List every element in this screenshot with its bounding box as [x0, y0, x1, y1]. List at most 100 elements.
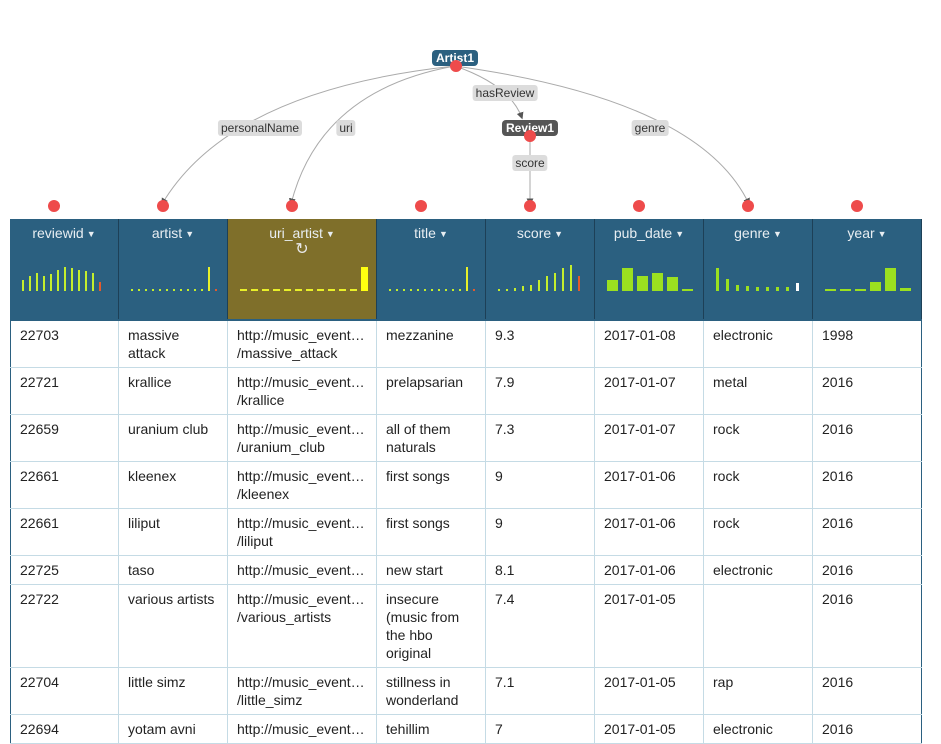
- column-title[interactable]: title ▼: [377, 219, 485, 241]
- histogram-bar[interactable]: [578, 276, 580, 291]
- histogram-bar[interactable]: [29, 276, 31, 291]
- histogram-bar[interactable]: [766, 287, 769, 291]
- table-cell-score[interactable]: 7: [486, 715, 595, 743]
- table-cell-uri-artist[interactable]: http://music_event… /liliput: [228, 509, 377, 555]
- table-cell-genre[interactable]: electronic: [704, 321, 813, 367]
- column-port-score[interactable]: [524, 200, 536, 212]
- table-cell-year[interactable]: 2016: [813, 368, 922, 414]
- table-cell-title[interactable]: first songs: [377, 509, 486, 555]
- caret-down-icon[interactable]: ▼: [326, 229, 335, 239]
- table-cell-uri-artist[interactable]: http://music_event… /krallice: [228, 368, 377, 414]
- table-cell-pub-date[interactable]: 2017-01-06: [595, 556, 704, 584]
- histogram-bar[interactable]: [64, 267, 66, 291]
- column-header-uri-artist[interactable]: uri_artist ▼ ↻: [228, 219, 377, 319]
- node-port-review1[interactable]: [524, 130, 536, 142]
- edge-label-genre[interactable]: genre: [631, 120, 669, 136]
- histogram-bar[interactable]: [726, 279, 729, 291]
- table-cell-artist[interactable]: little simz: [119, 668, 228, 714]
- histogram-bar[interactable]: [776, 287, 779, 291]
- column-title[interactable]: reviewid ▼: [10, 219, 118, 241]
- column-header-title[interactable]: title ▼: [377, 219, 486, 319]
- table-row[interactable]: 22703 massive attack http://music_event… /m…: [10, 321, 922, 368]
- table-cell-year[interactable]: 2016: [813, 509, 922, 555]
- histogram-bar[interactable]: [538, 280, 540, 291]
- table-cell-score[interactable]: 9: [486, 462, 595, 508]
- table-cell-score[interactable]: 7.4: [486, 585, 595, 667]
- caret-down-icon[interactable]: ▼: [439, 229, 448, 239]
- histogram-bar[interactable]: [424, 289, 426, 291]
- table-cell-title[interactable]: prelapsarian: [377, 368, 486, 414]
- histogram-bar[interactable]: [855, 289, 866, 291]
- table-cell-year[interactable]: 2016: [813, 668, 922, 714]
- table-cell-artist[interactable]: taso: [119, 556, 228, 584]
- table-cell-title[interactable]: insecure (music from the hbo original: [377, 585, 486, 667]
- histogram-bar[interactable]: [825, 289, 836, 291]
- table-cell-uri-artist[interactable]: http://music_event…: [228, 556, 377, 584]
- histogram-bar[interactable]: [652, 273, 663, 291]
- table-cell-uri-artist[interactable]: http://music_event… /various_artists: [228, 585, 377, 667]
- table-cell-uri-artist[interactable]: http://music_event… /massive_attack: [228, 321, 377, 367]
- histogram-bar[interactable]: [187, 289, 189, 291]
- column-port-pub-date[interactable]: [633, 200, 645, 212]
- table-cell-artist[interactable]: uranium club: [119, 415, 228, 461]
- histogram-bar[interactable]: [215, 289, 217, 291]
- table-cell-artist[interactable]: massive attack: [119, 321, 228, 367]
- table-cell-reviewid[interactable]: 22694: [10, 715, 119, 743]
- column-header-artist[interactable]: artist ▼: [119, 219, 228, 319]
- histogram-bar[interactable]: [410, 289, 412, 291]
- histogram-bar[interactable]: [50, 274, 52, 291]
- histogram-bar[interactable]: [85, 271, 87, 291]
- column-title[interactable]: genre ▼: [704, 219, 812, 241]
- table-cell-pub-date[interactable]: 2017-01-07: [595, 368, 704, 414]
- table-cell-pub-date[interactable]: 2017-01-05: [595, 668, 704, 714]
- table-cell-genre[interactable]: [704, 585, 813, 667]
- table-row[interactable]: 22722 various artists http://music_event… /…: [10, 585, 922, 668]
- column-port-genre[interactable]: [742, 200, 754, 212]
- histogram-bar[interactable]: [36, 273, 38, 291]
- column-port-artist[interactable]: [157, 200, 169, 212]
- table-row[interactable]: 22721 krallice http://music_event… /krallic…: [10, 368, 922, 415]
- table-cell-reviewid[interactable]: 22661: [10, 462, 119, 508]
- column-port-reviewid[interactable]: [48, 200, 60, 212]
- table-cell-reviewid[interactable]: 22659: [10, 415, 119, 461]
- table-cell-reviewid[interactable]: 22725: [10, 556, 119, 584]
- histogram-bar[interactable]: [145, 289, 147, 291]
- table-cell-genre[interactable]: electronic: [704, 715, 813, 743]
- table-cell-score[interactable]: 7.1: [486, 668, 595, 714]
- histogram-bar[interactable]: [746, 286, 749, 291]
- histogram-bar[interactable]: [840, 289, 851, 291]
- histogram-bar[interactable]: [562, 268, 564, 291]
- histogram-bar[interactable]: [194, 289, 196, 291]
- table-cell-title[interactable]: mezzanine: [377, 321, 486, 367]
- histogram-bar[interactable]: [607, 280, 618, 291]
- histogram-bar[interactable]: [43, 276, 45, 291]
- table-cell-pub-date[interactable]: 2017-01-07: [595, 415, 704, 461]
- table-row[interactable]: 22704 little simz http://music_event… /litt…: [10, 668, 922, 715]
- histogram-bar[interactable]: [459, 289, 461, 291]
- table-cell-genre[interactable]: metal: [704, 368, 813, 414]
- histogram-bar[interactable]: [466, 267, 468, 291]
- histogram-bar[interactable]: [159, 289, 161, 291]
- histogram-bar[interactable]: [138, 289, 140, 291]
- histogram-bar[interactable]: [473, 289, 475, 291]
- caret-down-icon[interactable]: ▼: [554, 229, 563, 239]
- table-cell-pub-date[interactable]: 2017-01-06: [595, 462, 704, 508]
- histogram-bar[interactable]: [350, 289, 357, 291]
- column-port-year[interactable]: [851, 200, 863, 212]
- table-cell-year[interactable]: 2016: [813, 462, 922, 508]
- histogram-bar[interactable]: [361, 267, 368, 291]
- histogram-bar[interactable]: [180, 289, 182, 291]
- histogram-bar[interactable]: [284, 289, 291, 291]
- histogram-bar[interactable]: [506, 289, 508, 291]
- histogram-bar[interactable]: [339, 289, 346, 291]
- histogram-bar[interactable]: [328, 289, 335, 291]
- table-cell-reviewid[interactable]: 22661: [10, 509, 119, 555]
- histogram-bar[interactable]: [173, 289, 175, 291]
- table-cell-reviewid[interactable]: 22703: [10, 321, 119, 367]
- histogram-bar[interactable]: [498, 289, 500, 291]
- edge-label-has-review[interactable]: hasReview: [472, 85, 538, 101]
- table-cell-artist[interactable]: liliput: [119, 509, 228, 555]
- table-cell-uri-artist[interactable]: http://music_event…: [228, 715, 377, 743]
- histogram-bar[interactable]: [22, 280, 24, 291]
- column-port-uri-artist[interactable]: [286, 200, 298, 212]
